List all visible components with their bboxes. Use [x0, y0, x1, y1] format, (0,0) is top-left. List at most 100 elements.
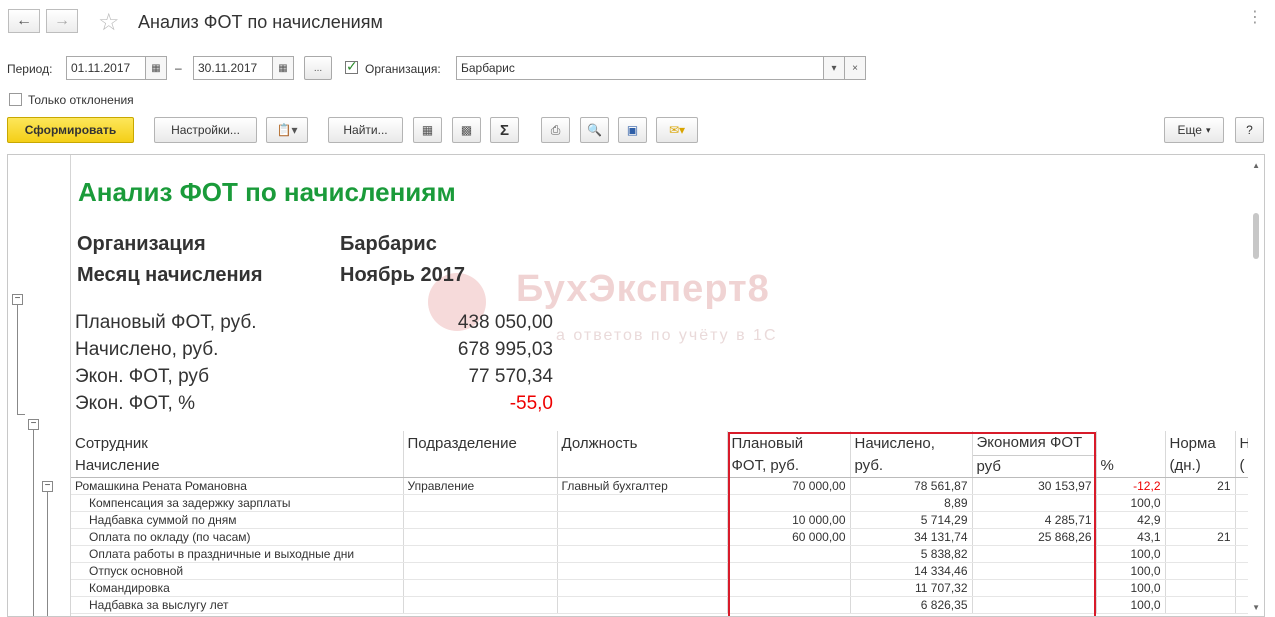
- economy-rub-value: 77 570,34: [468, 366, 553, 387]
- preview-button[interactable]: 🔍: [580, 117, 609, 143]
- economy-pct-value: -55,0: [509, 393, 553, 414]
- row-plan: [727, 579, 851, 597]
- col-norm-2: (дн.): [1165, 455, 1236, 478]
- table-row[interactable]: Оплата работы в праздничные и выходные д…: [71, 545, 1256, 563]
- employee-norm: 21: [1165, 477, 1236, 495]
- expand-groups-button[interactable]: ▦: [413, 117, 442, 143]
- help-button[interactable]: ?: [1235, 117, 1264, 143]
- checkmark-icon: ✓: [346, 58, 358, 74]
- row-pct: 100,0: [1096, 494, 1166, 512]
- row-economy: [972, 579, 1097, 597]
- scroll-up-icon[interactable]: ▲: [1252, 161, 1260, 170]
- plan-fot-label: Плановый ФОТ, руб.: [75, 312, 257, 333]
- row-accrued: 8,89: [850, 494, 973, 512]
- col-accrual: Начисление: [71, 455, 404, 478]
- employee-name: Ромашкина Рената Романовна: [71, 477, 404, 495]
- accrual-name: Надбавка суммой по дням: [71, 511, 404, 529]
- employee-plan: 70 000,00: [727, 477, 851, 495]
- economy-pct-label: Экон. ФОТ, %: [75, 393, 195, 414]
- report-area: − − − БухЭксперт8 а ответов по учёту в 1…: [7, 154, 1265, 617]
- collapse-employee-icon[interactable]: −: [42, 481, 53, 492]
- scrollbar-thumb[interactable]: [1253, 213, 1259, 259]
- sum-button[interactable]: Σ: [490, 117, 519, 143]
- row-economy: 4 285,71: [972, 511, 1097, 529]
- row-norm: [1165, 579, 1236, 597]
- row-norm: [1165, 494, 1236, 512]
- accrual-name: Надбавка за выслугу лет: [71, 596, 404, 614]
- organization-clear-button[interactable]: ×: [844, 56, 866, 80]
- window-menu-icon[interactable]: ⋮: [1247, 7, 1263, 27]
- accrual-name: Командировка: [71, 579, 404, 597]
- save-button[interactable]: ▣: [618, 117, 647, 143]
- send-button[interactable]: ✉▾: [656, 117, 698, 143]
- org-value: Барбарис: [340, 233, 437, 255]
- table-row[interactable]: Командировка 11 707,32 100,0: [71, 579, 1256, 597]
- col-pct: %: [1096, 455, 1166, 478]
- organization-dropdown-button[interactable]: ▾: [823, 56, 845, 80]
- row-norm: 21: [1165, 528, 1236, 546]
- more-button[interactable]: Еще ▾: [1164, 117, 1224, 143]
- arrow-right-icon: →: [54, 12, 70, 29]
- sigma-icon: Σ: [499, 121, 509, 139]
- chevron-down-icon: ▾: [831, 62, 837, 74]
- employee-economy: 30 153,97: [972, 477, 1097, 495]
- report-table: Сотрудник Подразделение Должность Планов…: [71, 431, 1256, 614]
- date-to-calendar-button[interactable]: ▦: [272, 56, 294, 80]
- row-plan: [727, 596, 851, 614]
- arrow-left-icon: ←: [16, 12, 32, 29]
- employee-row[interactable]: Ромашкина Рената Романовна Управление Гл…: [71, 477, 1256, 495]
- watermark-text: БухЭксперт8: [516, 268, 770, 310]
- row-pct: 43,1: [1096, 528, 1166, 546]
- calendar-icon: ▦: [278, 62, 288, 74]
- back-button[interactable]: ←: [8, 9, 40, 33]
- forward-button[interactable]: →: [46, 9, 78, 33]
- date-from-calendar-button[interactable]: ▦: [145, 56, 167, 80]
- row-norm: [1165, 596, 1236, 614]
- row-pct: 42,9: [1096, 511, 1166, 529]
- row-economy: [972, 545, 1097, 563]
- table-row[interactable]: Компенсация за задержку зарплаты 8,89 10…: [71, 494, 1256, 512]
- print-button[interactable]: ⎙: [541, 117, 570, 143]
- row-plan: [727, 494, 851, 512]
- row-pct: 100,0: [1096, 596, 1166, 614]
- close-icon: ×: [852, 62, 858, 74]
- collapse-table-icon[interactable]: −: [28, 419, 39, 430]
- settings-button[interactable]: Настройки...: [154, 117, 257, 143]
- row-accrued: 5 714,29: [850, 511, 973, 529]
- row-plan: 10 000,00: [727, 511, 851, 529]
- generate-button[interactable]: Сформировать: [7, 117, 134, 143]
- organization-field[interactable]: Барбарис: [456, 56, 824, 80]
- table-row[interactable]: Надбавка суммой по дням 10 000,00 5 714,…: [71, 511, 1256, 529]
- accrual-name: Отпуск основной: [71, 562, 404, 580]
- date-to-field[interactable]: 30.11.2017: [193, 56, 273, 80]
- col-accrued-2: руб.: [850, 455, 973, 478]
- col-position: Должность: [557, 431, 728, 455]
- collapse-groups-button[interactable]: ▩: [452, 117, 481, 143]
- col-norm: Норма: [1165, 431, 1236, 455]
- col-plan: Плановый: [727, 431, 851, 455]
- vertical-scrollbar[interactable]: ▲ ▼: [1248, 155, 1264, 616]
- row-norm: [1165, 545, 1236, 563]
- period-select-button[interactable]: ...: [304, 56, 332, 80]
- envelope-icon: ✉▾: [668, 123, 686, 137]
- scroll-down-icon[interactable]: ▼: [1252, 603, 1260, 612]
- col-accrued: Начислено,: [850, 431, 973, 455]
- col-plan-2: ФОТ, руб.: [727, 455, 851, 478]
- table-row[interactable]: Надбавка за выслугу лет 6 826,35 100,0: [71, 596, 1256, 614]
- more-button-label: Еще: [1177, 123, 1202, 137]
- organization-checkbox[interactable]: ✓: [345, 58, 358, 74]
- table-row[interactable]: Оплата по окладу (по часам) 60 000,00 34…: [71, 528, 1256, 546]
- employee-department: Управление: [403, 477, 558, 495]
- row-accrued: 14 334,46: [850, 562, 973, 580]
- calendar-icon: ▦: [151, 62, 161, 74]
- only-deviations-checkbox[interactable]: [9, 93, 22, 106]
- collapse-header-icon[interactable]: −: [12, 294, 23, 305]
- period-dash: –: [175, 61, 182, 75]
- find-button[interactable]: Найти...: [328, 117, 403, 143]
- favorite-star-icon[interactable]: ☆: [98, 8, 120, 37]
- table-row[interactable]: Отпуск основной 14 334,46 100,0: [71, 562, 1256, 580]
- row-accrued: 34 131,74: [850, 528, 973, 546]
- variants-button[interactable]: 📋▾: [266, 117, 308, 143]
- employee-pct: -12,2: [1096, 477, 1166, 495]
- date-from-field[interactable]: 01.11.2017: [66, 56, 146, 80]
